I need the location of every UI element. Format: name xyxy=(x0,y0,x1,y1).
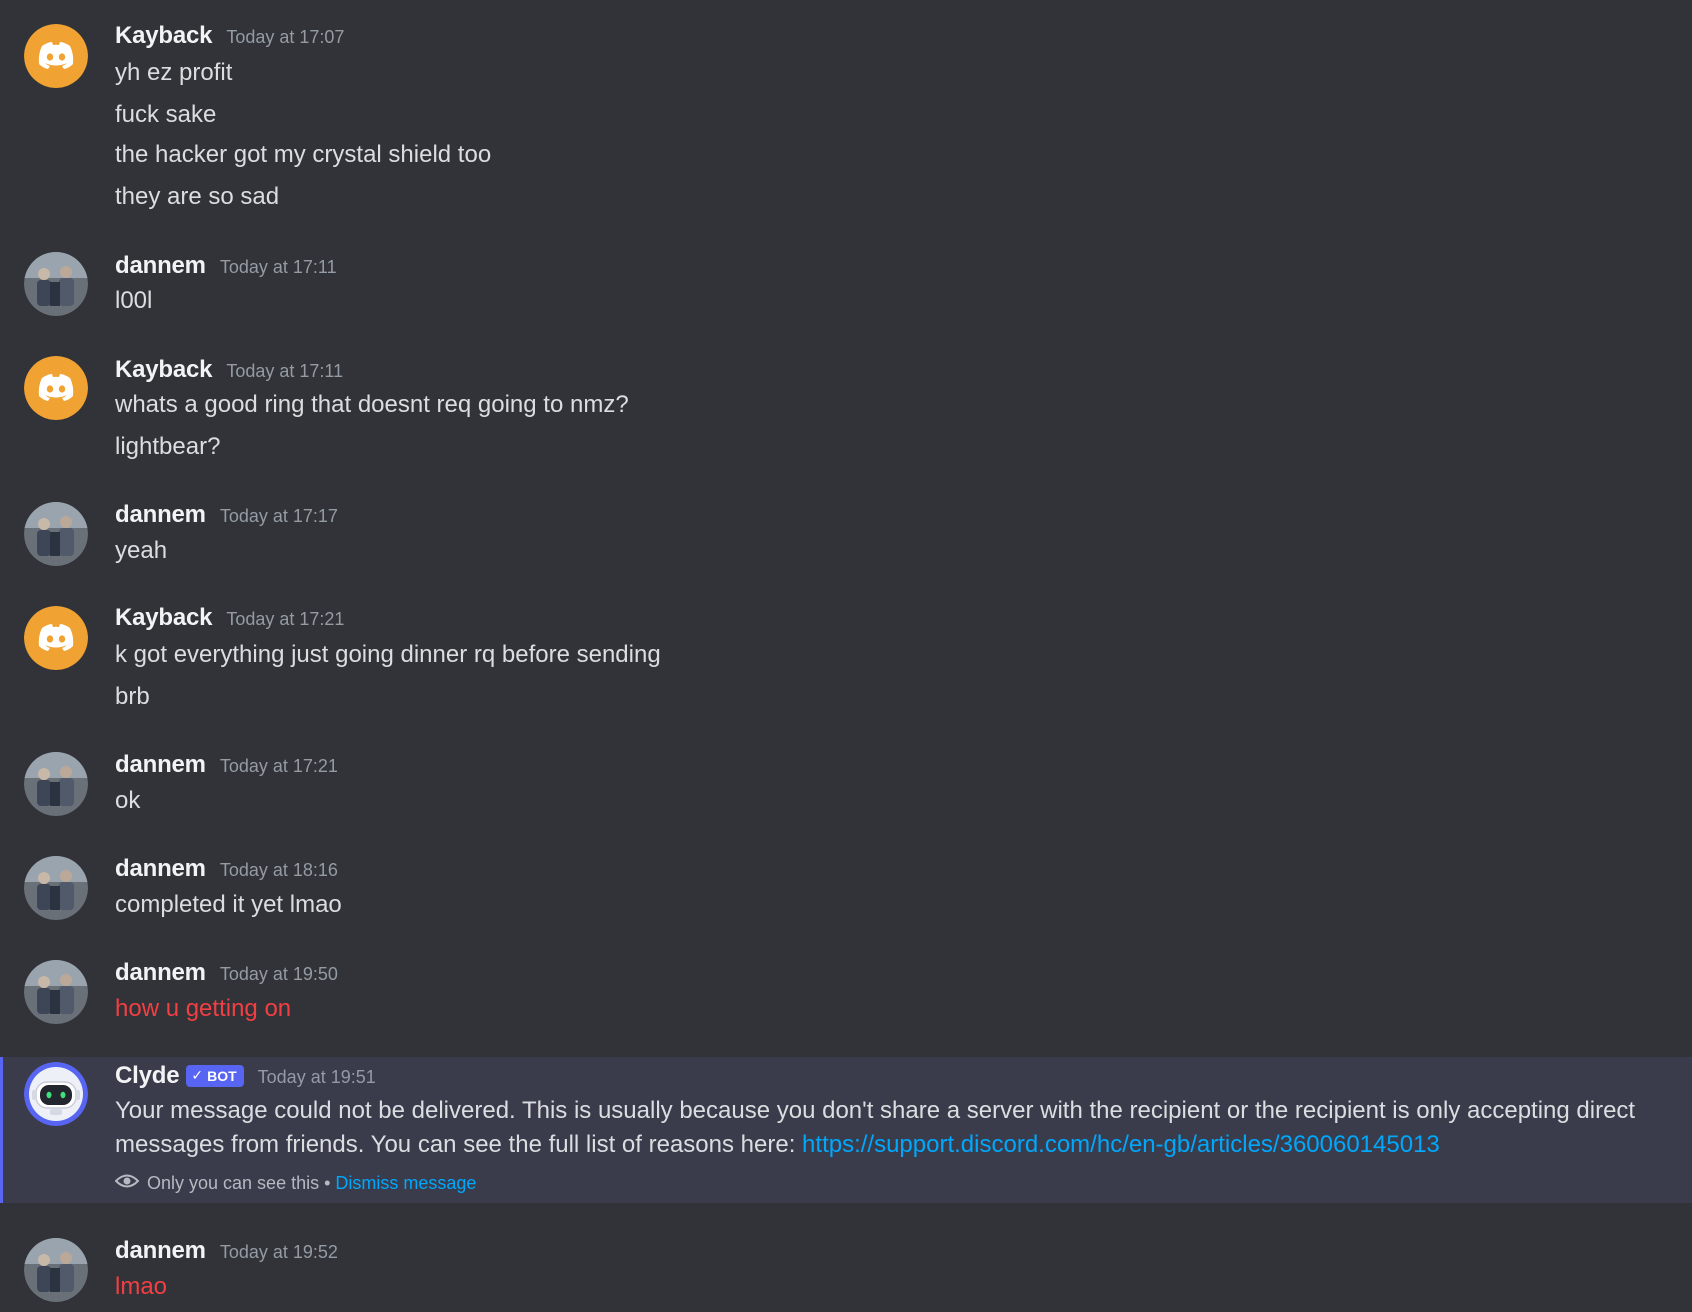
timestamp: Today at 17:11 xyxy=(219,257,337,277)
message-text: yh ez profit xyxy=(115,59,233,86)
username[interactable]: dannem xyxy=(115,1237,206,1265)
timestamp: Today at 19:51 xyxy=(257,1067,376,1087)
message-text: k got everything just going dinner rq be… xyxy=(115,641,661,668)
message-text: completed it yet lmao xyxy=(115,891,342,918)
username[interactable]: Kayback xyxy=(115,22,213,50)
separator: • xyxy=(324,1173,331,1193)
photo-avatar-icon xyxy=(24,960,88,1024)
message-header: Kayback Today at 17:07 xyxy=(115,22,344,52)
clyde-robot-icon xyxy=(24,1062,88,1126)
photo-avatar-icon xyxy=(24,752,88,816)
failed-message-text: lmao xyxy=(115,1273,168,1300)
dismiss-message-link[interactable]: Dismiss message xyxy=(335,1173,476,1194)
ephemeral-label: Only you can see this xyxy=(147,1173,320,1193)
bot-badge: ✓ BOT xyxy=(186,1064,244,1087)
avatar[interactable] xyxy=(24,960,88,1024)
message-header: Kayback Today at 17:11 xyxy=(115,356,343,386)
support-link[interactable]: https://support.discord.com/hc/en-gb/art… xyxy=(802,1131,1440,1158)
photo-avatar-icon xyxy=(24,252,88,316)
timestamp: Today at 17:17 xyxy=(219,506,338,526)
failed-message-text: how u getting on xyxy=(115,995,292,1022)
timestamp: Today at 17:21 xyxy=(219,756,338,776)
message-header: dannem Today at 17:11 xyxy=(115,252,337,282)
photo-avatar-icon xyxy=(24,856,88,920)
timestamp: Today at 19:50 xyxy=(219,964,338,984)
username[interactable]: dannem xyxy=(115,501,206,529)
eye-icon xyxy=(114,1173,140,1194)
discord-logo-icon xyxy=(24,356,88,420)
avatar[interactable] xyxy=(24,252,88,316)
timestamp: Today at 17:11 xyxy=(226,361,344,381)
message-header: dannem Today at 19:50 xyxy=(115,959,338,989)
timestamp: Today at 17:21 xyxy=(226,609,345,629)
message-text: yeah xyxy=(115,537,168,564)
username[interactable]: dannem xyxy=(115,959,206,987)
username[interactable]: dannem xyxy=(115,252,206,280)
username[interactable]: dannem xyxy=(115,855,206,883)
avatar[interactable] xyxy=(24,752,88,816)
message-header: dannem Today at 18:16 xyxy=(115,855,338,885)
message-header: dannem Today at 17:21 xyxy=(115,751,338,781)
timestamp: Today at 17:07 xyxy=(226,27,345,47)
chat-messages: Kayback Today at 17:07 yh ez profit fuck… xyxy=(0,0,1692,1312)
avatar[interactable] xyxy=(24,356,88,420)
username[interactable]: dannem xyxy=(115,751,206,779)
photo-avatar-icon xyxy=(24,502,88,566)
verified-check-icon: ✓ xyxy=(191,1067,204,1083)
message-text: fuck sake xyxy=(115,101,217,128)
message-text: brb xyxy=(115,683,150,710)
username[interactable]: Kayback xyxy=(115,604,213,632)
message-text: whats a good ring that doesnt req going … xyxy=(115,391,629,418)
avatar[interactable] xyxy=(24,1238,88,1302)
discord-logo-icon xyxy=(24,24,88,88)
timestamp: Today at 19:52 xyxy=(219,1242,338,1262)
message-text: they are so sad xyxy=(115,183,280,210)
avatar[interactable] xyxy=(24,24,88,88)
timestamp: Today at 18:16 xyxy=(219,860,338,880)
ephemeral-notice: Only you can see this • Dismiss message xyxy=(114,1173,476,1194)
message-text: ok xyxy=(115,787,141,814)
message-text: lightbear? xyxy=(115,433,221,460)
message-header: dannem Today at 17:17 xyxy=(115,501,338,531)
message-text: l00l xyxy=(115,287,153,314)
message-header: Kayback Today at 17:21 xyxy=(115,604,344,634)
message-text: the hacker got my crystal shield too xyxy=(115,141,492,168)
avatar[interactable] xyxy=(24,856,88,920)
avatar[interactable] xyxy=(24,502,88,566)
clyde-message-text: Your message could not be delivered. Thi… xyxy=(115,1094,1675,1162)
discord-logo-icon xyxy=(24,606,88,670)
username[interactable]: Kayback xyxy=(115,356,213,384)
avatar[interactable] xyxy=(24,606,88,670)
photo-avatar-icon xyxy=(24,1238,88,1302)
message-header: dannem Today at 19:52 xyxy=(115,1237,338,1267)
bot-badge-label: BOT xyxy=(207,1067,237,1084)
avatar[interactable] xyxy=(24,1062,88,1126)
username[interactable]: Clyde xyxy=(115,1062,180,1090)
message-header: Clyde ✓ BOT Today at 19:51 xyxy=(115,1062,376,1092)
